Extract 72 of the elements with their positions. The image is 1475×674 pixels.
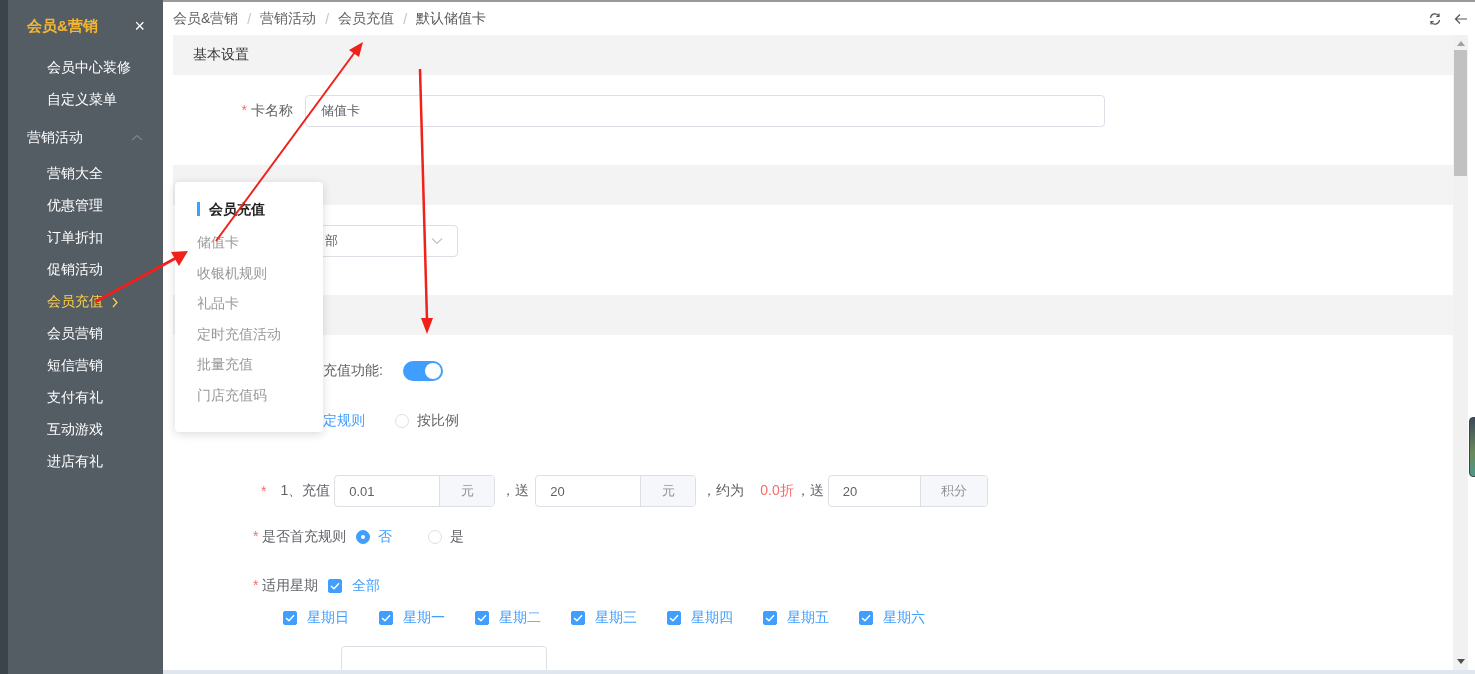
inline-text: ，送 [501, 482, 530, 500]
required-mark: * [253, 528, 259, 544]
sidebar-item[interactable]: 订单折扣 [8, 222, 163, 254]
scroll-down-icon[interactable] [1456, 659, 1465, 664]
close-button[interactable]: × [134, 15, 145, 37]
unit-label: 元 [439, 476, 495, 506]
toggle-switch[interactable] [402, 361, 443, 381]
sidebar-item-label: 会员充值 [47, 293, 103, 311]
sidebar-title: 会员&营销 [27, 16, 98, 36]
checkbox[interactable] [475, 611, 489, 625]
sidebar-item-label: 互动游戏 [47, 421, 103, 439]
input-field[interactable] [341, 646, 547, 670]
sidebar-item-label: 营销大全 [47, 165, 103, 183]
sidebar-item[interactable]: 互动游戏 [8, 414, 163, 446]
sidebar-item[interactable]: 会员中心装修 [8, 52, 163, 84]
radio-button[interactable] [356, 530, 371, 544]
required-mark: * [241, 102, 247, 120]
sidebar-item[interactable]: 优惠管理 [8, 190, 163, 222]
scroll-up-icon[interactable] [1456, 41, 1465, 46]
sidebar-item[interactable]: 短信营销 [8, 350, 163, 382]
checkbox[interactable] [328, 579, 343, 593]
checkbox[interactable] [283, 611, 297, 625]
sidebar-item-label: 会员营销 [47, 325, 103, 343]
discount-value: 0.0折 [760, 482, 794, 500]
sidebar-item[interactable]: 自定义菜单 [8, 84, 163, 116]
amount-input[interactable]: 0.01 元 [334, 475, 496, 507]
gift-amount-input[interactable]: 20 元 [535, 475, 697, 507]
sidebar-item[interactable]: 支付有礼 [8, 382, 163, 414]
points-input[interactable]: 20 积分 [827, 475, 988, 507]
switch-label: 充值功能: [323, 362, 383, 380]
sidebar-item[interactable]: 营销大全 [8, 158, 163, 190]
required-mark: * [261, 483, 267, 499]
chevron-down-icon [431, 237, 443, 245]
sidebar-item-label: 短信营销 [47, 357, 103, 375]
unit-label: 元 [640, 476, 696, 506]
checkbox[interactable] [379, 611, 393, 625]
sidebar-item[interactable]: 会员充值 [8, 286, 163, 318]
sidebar-item[interactable]: 进店有礼 [8, 446, 163, 478]
breadcrumb-link[interactable]: 会员充值 [338, 9, 395, 28]
form-label: 1、充值 [280, 482, 331, 500]
card-name-input[interactable]: 储值卡 [305, 95, 1105, 127]
sidebar-item[interactable]: 会员营销 [8, 318, 163, 350]
breadcrumb-separator: / [247, 10, 252, 27]
sidebar-item[interactable]: 促销活动 [8, 254, 163, 286]
breadcrumb-separator: / [325, 10, 330, 27]
inline-text: ，约为 [702, 482, 745, 500]
sidebar-item-label: 促销活动 [47, 261, 103, 279]
refresh-icon[interactable] [1428, 11, 1442, 26]
sidebar-group[interactable]: 营销活动 [27, 129, 83, 147]
back-arrow-icon[interactable] [1454, 12, 1468, 25]
radio-label[interactable]: 按比例 [417, 412, 459, 430]
form-label: 是否首充规则 [262, 528, 347, 544]
unit-label: 积分 [919, 476, 987, 506]
sidebar-item-label: 优惠管理 [47, 197, 103, 215]
radio-label[interactable]: 是 [450, 528, 465, 546]
scroll-thumb[interactable] [1454, 50, 1467, 176]
section-title: 基本设置 [193, 46, 249, 64]
required-mark: * [253, 577, 259, 593]
sidebar-item-label: 进店有礼 [47, 453, 103, 471]
breadcrumb-separator: / [403, 10, 407, 27]
sidebar-item-label: 订单折扣 [47, 229, 103, 247]
checkbox[interactable] [763, 611, 777, 625]
inline-text: ，送 [795, 482, 824, 500]
checkbox[interactable] [571, 611, 585, 625]
scrollbar[interactable] [1453, 35, 1468, 670]
checkbox[interactable] [859, 611, 873, 625]
form-label: 卡名称 [251, 102, 293, 120]
sidebar-item-label: 支付有礼 [47, 389, 103, 407]
breadcrumb-link[interactable]: 营销活动 [260, 9, 317, 28]
checkbox[interactable] [667, 611, 681, 625]
form-label: 适用星期 [262, 577, 319, 593]
breadcrumb-link[interactable]: 会员&营销 [173, 9, 239, 28]
